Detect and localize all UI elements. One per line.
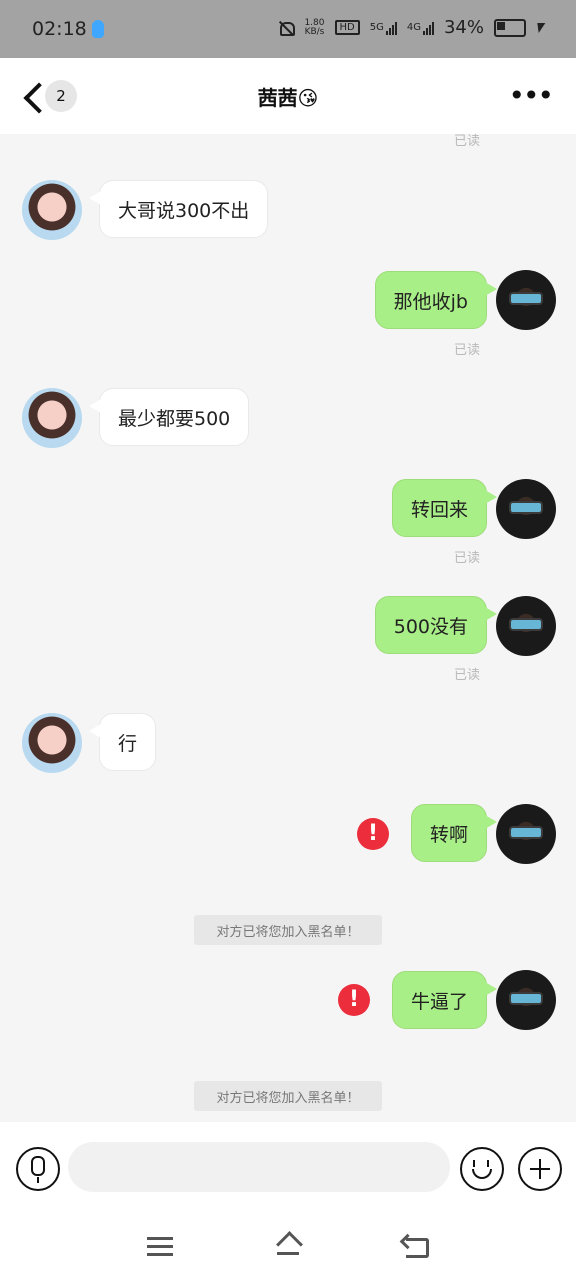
message-bubble-received[interactable]: 最少都要500 bbox=[88, 388, 250, 446]
read-receipt: 已读 bbox=[453, 551, 480, 566]
message-bubble-received[interactable]: 行 bbox=[88, 713, 157, 771]
network-4g-label: 4G bbox=[406, 22, 421, 33]
message-bubble-received[interactable]: 大哥说300不出 bbox=[88, 180, 269, 238]
voice-input-button[interactable] bbox=[16, 1147, 60, 1191]
read-receipt: 已读 bbox=[453, 668, 480, 683]
message-bubble-sent[interactable]: 那他收jb bbox=[374, 271, 498, 329]
system-notice: 对方已将您加入黑名单！ bbox=[194, 915, 382, 945]
contact-avatar[interactable] bbox=[22, 713, 82, 773]
signal-4g: 4G bbox=[407, 21, 434, 35]
my-avatar[interactable] bbox=[496, 970, 556, 1030]
signal-icon bbox=[422, 21, 434, 35]
read-receipt: 已读 bbox=[453, 134, 480, 149]
mute-bell-icon bbox=[278, 20, 296, 36]
hd-icon: HD bbox=[334, 20, 360, 35]
send-failed-icon[interactable]: ! bbox=[357, 818, 389, 850]
network-5g-label: 5G bbox=[369, 22, 384, 33]
my-avatar[interactable] bbox=[496, 270, 556, 330]
message-input[interactable] bbox=[68, 1142, 450, 1192]
battery-percent: 34% bbox=[443, 17, 484, 38]
contact-avatar[interactable] bbox=[22, 180, 82, 240]
message-bubble-sent[interactable]: 转回来 bbox=[391, 479, 498, 537]
my-avatar[interactable] bbox=[496, 479, 556, 539]
message-bubble-sent[interactable]: 牛逼了 bbox=[391, 971, 498, 1029]
read-receipt: 已读 bbox=[453, 343, 480, 358]
home-icon[interactable] bbox=[275, 1232, 301, 1258]
qq-penguin-icon bbox=[92, 20, 104, 38]
status-bar: 02:18 1.80 KB/s HD 5G 4G 34% bbox=[0, 0, 576, 58]
network-speed-unit: KB/s bbox=[304, 26, 325, 37]
my-avatar[interactable] bbox=[496, 804, 556, 864]
emoji-button[interactable] bbox=[460, 1147, 504, 1191]
back-icon[interactable] bbox=[402, 1236, 430, 1258]
send-failed-icon[interactable]: ! bbox=[338, 984, 370, 1016]
signal-5g: 5G bbox=[370, 21, 397, 35]
message-bubble-sent[interactable]: 500没有 bbox=[374, 596, 498, 654]
system-notice: 对方已将您加入黑名单！ bbox=[194, 1081, 382, 1111]
chat-title: 茜茜😘 bbox=[257, 86, 319, 110]
status-time: 02:18 bbox=[32, 18, 87, 40]
more-options-button[interactable]: ••• bbox=[508, 82, 554, 110]
message-bubble-sent[interactable]: 转啊 bbox=[410, 804, 498, 862]
contact-avatar[interactable] bbox=[22, 388, 82, 448]
my-avatar[interactable] bbox=[496, 596, 556, 656]
add-button[interactable] bbox=[518, 1147, 562, 1191]
hd-label: HD bbox=[339, 22, 355, 33]
signal-icon bbox=[385, 21, 397, 35]
battery-icon bbox=[494, 18, 526, 37]
status-icons: 1.80 KB/s HD 5G 4G 34% bbox=[278, 17, 546, 38]
recent-apps-icon[interactable] bbox=[147, 1237, 173, 1257]
charging-icon bbox=[534, 22, 546, 33]
network-speed: 1.80 KB/s bbox=[304, 18, 325, 37]
